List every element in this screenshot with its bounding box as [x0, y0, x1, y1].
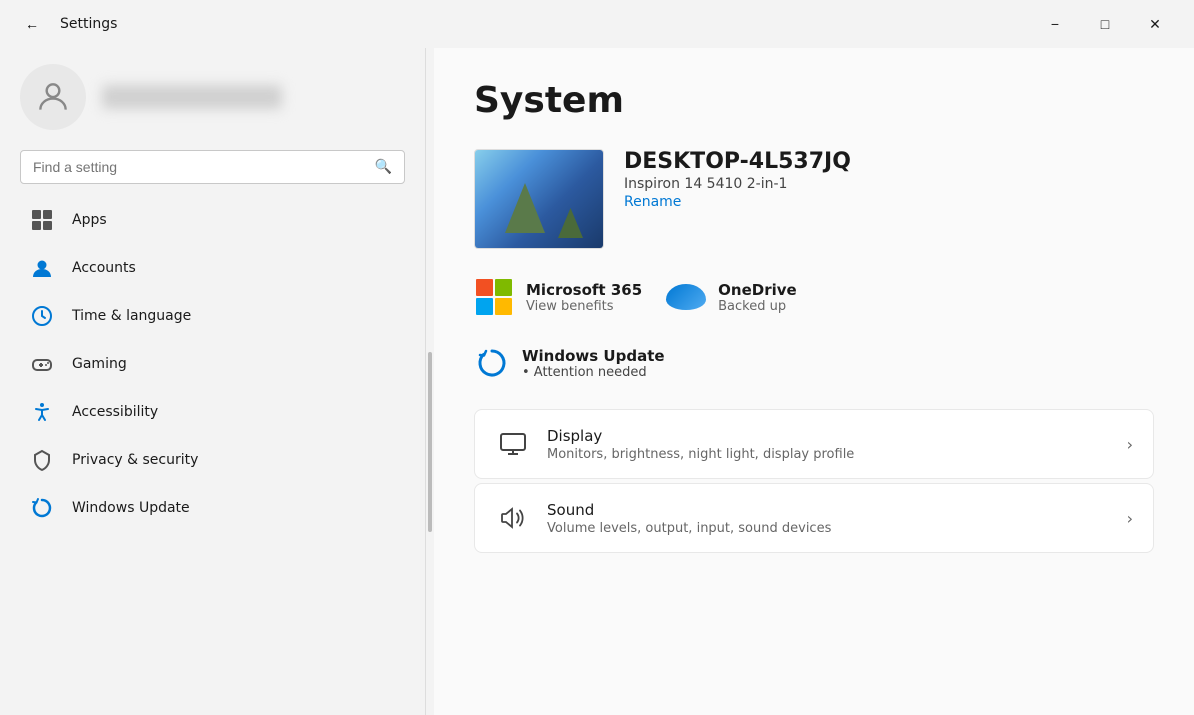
accessibility-label: Accessibility [72, 404, 158, 420]
windows-update-sidebar-icon [28, 494, 56, 522]
windows-update-sidebar-label: Windows Update [72, 500, 190, 516]
microsoft365-sub: View benefits [526, 299, 642, 314]
settings-cards: Display Monitors, brightness, night ligh… [474, 409, 1154, 553]
page-title: System [474, 80, 1154, 121]
gaming-label: Gaming [72, 356, 127, 372]
title-bar: ← Settings − □ ✕ [0, 0, 1194, 48]
device-name: DESKTOP-4L537JQ [624, 149, 851, 174]
device-image [475, 150, 603, 248]
onedrive-sub: Backed up [718, 299, 797, 314]
sound-chevron-icon: › [1127, 509, 1133, 528]
username-blurred [102, 85, 282, 109]
display-chevron-icon: › [1127, 435, 1133, 454]
avatar [20, 64, 86, 130]
device-model: Inspiron 14 5410 2-in-1 [624, 176, 851, 192]
services-row: Microsoft 365 View benefits OneDrive Bac… [474, 277, 1154, 317]
display-card-text: Display Monitors, brightness, night ligh… [547, 427, 854, 462]
sidebar-item-gaming[interactable]: Gaming [8, 340, 417, 388]
time-icon [28, 302, 56, 330]
window-controls: − □ ✕ [1032, 8, 1178, 40]
person-icon [34, 78, 72, 116]
sidebar-item-windows-update[interactable]: Windows Update [8, 484, 417, 532]
display-card[interactable]: Display Monitors, brightness, night ligh… [474, 409, 1154, 479]
privacy-icon [28, 446, 56, 474]
maximize-button[interactable]: □ [1082, 8, 1128, 40]
back-icon: ← [25, 16, 39, 32]
onedrive-text: OneDrive Backed up [718, 281, 797, 314]
microsoft365-icon [474, 277, 514, 317]
display-icon [495, 426, 531, 462]
title-bar-left: ← Settings [16, 8, 117, 40]
microsoft365-text: Microsoft 365 View benefits [526, 281, 642, 314]
microsoft365-item[interactable]: Microsoft 365 View benefits [474, 277, 642, 317]
onedrive-item[interactable]: OneDrive Backed up [666, 277, 797, 317]
sidebar-wrapper: 🔍 Apps [0, 48, 434, 715]
sidebar-item-privacy-security[interactable]: Privacy & security [8, 436, 417, 484]
search-box[interactable]: 🔍 [20, 150, 405, 184]
sidebar-item-apps[interactable]: Apps [8, 196, 417, 244]
device-info: DESKTOP-4L537JQ Inspiron 14 5410 2-in-1 … [624, 149, 851, 210]
sound-card-text: Sound Volume levels, output, input, soun… [547, 501, 831, 536]
rename-link[interactable]: Rename [624, 194, 851, 210]
accounts-icon [28, 254, 56, 282]
apps-label: Apps [72, 212, 107, 228]
search-container: 🔍 [0, 142, 425, 196]
accounts-label: Accounts [72, 260, 136, 276]
device-thumbnail [474, 149, 604, 249]
app-title: Settings [60, 16, 117, 32]
search-icon: 🔍 [375, 159, 392, 175]
windows-update-section[interactable]: Windows Update • Attention needed [474, 345, 1154, 381]
apps-icon [28, 206, 56, 234]
privacy-security-label: Privacy & security [72, 452, 198, 468]
sidebar-item-accounts[interactable]: Accounts [8, 244, 417, 292]
sidebar-item-accessibility[interactable]: Accessibility [8, 388, 417, 436]
accessibility-icon [28, 398, 56, 426]
sound-card-left: Sound Volume levels, output, input, soun… [495, 500, 831, 536]
scrollbar-thumb[interactable] [428, 352, 432, 532]
onedrive-icon [666, 277, 706, 317]
sound-card[interactable]: Sound Volume levels, output, input, soun… [474, 483, 1154, 553]
app-body: 🔍 Apps [0, 48, 1194, 715]
gaming-icon [28, 350, 56, 378]
time-language-label: Time & language [72, 308, 191, 324]
minimize-button[interactable]: − [1032, 8, 1078, 40]
display-desc: Monitors, brightness, night light, displ… [547, 447, 854, 462]
sound-name: Sound [547, 501, 831, 519]
sound-icon [495, 500, 531, 536]
sidebar: 🔍 Apps [0, 48, 425, 715]
search-input[interactable] [33, 159, 367, 175]
windows-update-icon [474, 345, 510, 381]
device-card: DESKTOP-4L537JQ Inspiron 14 5410 2-in-1 … [474, 149, 1154, 249]
onedrive-name: OneDrive [718, 281, 797, 299]
user-profile[interactable] [0, 48, 425, 142]
sound-desc: Volume levels, output, input, sound devi… [547, 521, 831, 536]
windows-update-status: • Attention needed [522, 365, 665, 380]
display-card-left: Display Monitors, brightness, night ligh… [495, 426, 854, 462]
windows-update-name: Windows Update [522, 347, 665, 365]
scrollbar-track[interactable] [426, 48, 434, 715]
main-content: System DESKTOP-4L537JQ Inspiron 14 5410 … [434, 48, 1194, 715]
sidebar-item-time-language[interactable]: Time & language [8, 292, 417, 340]
back-button[interactable]: ← [16, 8, 48, 40]
windows-update-text: Windows Update • Attention needed [522, 347, 665, 380]
close-button[interactable]: ✕ [1132, 8, 1178, 40]
display-name: Display [547, 427, 854, 445]
microsoft365-name: Microsoft 365 [526, 281, 642, 299]
